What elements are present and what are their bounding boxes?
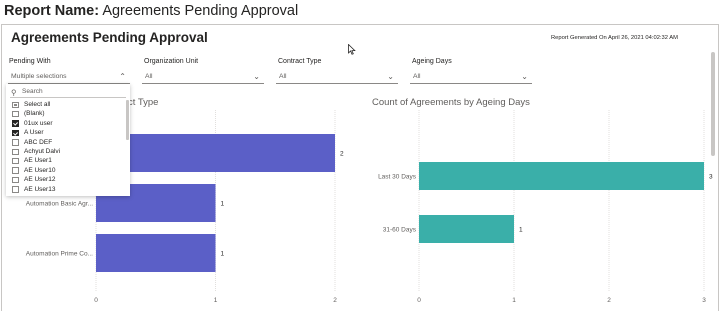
dropdown-option[interactable]: AE User1 — [12, 156, 52, 165]
checkbox-icon[interactable] — [12, 139, 19, 146]
dropdown-option-label: Achyut Dalvi — [24, 148, 61, 155]
dropdown-option-label: AE User12 — [24, 176, 56, 184]
bar-data-label: 3 — [709, 173, 713, 180]
x-tick-label: 1 — [214, 297, 218, 304]
dropdown-search-input[interactable]: ⚲ Search — [10, 86, 126, 98]
slicer-pending-with[interactable]: Multiple selections ⌃ — [8, 69, 130, 84]
dropdown-option-label: (Blank) — [24, 110, 45, 118]
page-title: Agreements Pending Approval — [11, 30, 208, 45]
chart-ageing-days: 0 1 2 3 3 Last 30 Days 1 31-60 Days — [378, 110, 713, 304]
report-name-label: Report Name: — [4, 3, 100, 19]
dropdown-scrollbar[interactable] — [126, 100, 129, 140]
report-name-heading: Report Name: Agreements Pending Approval — [4, 3, 298, 19]
dropdown-option[interactable]: 01ux user — [12, 119, 53, 128]
dropdown-option[interactable]: (Blank) — [12, 109, 45, 118]
x-tick-label: 3 — [702, 297, 706, 304]
x-tick-label: 2 — [333, 297, 337, 304]
dropdown-option-label: Select all — [24, 101, 51, 108]
dropdown-option[interactable]: AE User12 — [12, 175, 55, 184]
checkbox-icon[interactable] — [12, 176, 19, 184]
x-tick-label: 1 — [512, 297, 516, 304]
dropdown-option-label: AE User1 — [24, 157, 52, 165]
x-tick-label: 0 — [417, 297, 421, 304]
checkbox-checked-icon[interactable] — [12, 120, 19, 127]
y-category-label: Automation Basic Agr... — [26, 200, 93, 207]
slicer-pending-with-label: Pending With — [9, 58, 51, 65]
chevron-down-icon: ⌄ — [253, 72, 260, 81]
page-scrollbar[interactable] — [711, 52, 715, 156]
slicer-contract-type-value: All — [279, 73, 287, 80]
dropdown-option[interactable]: AE User13 — [12, 185, 55, 194]
dropdown-option-label: AE User13 — [24, 185, 56, 193]
bar-data-label: 1 — [221, 200, 225, 207]
bar — [96, 134, 335, 172]
checkbox-icon[interactable] — [12, 167, 19, 174]
dropdown-option[interactable]: Achyut Dalvi — [12, 147, 60, 156]
dropdown-option[interactable]: A User — [12, 128, 44, 137]
slicer-organization-unit-value: All — [145, 73, 153, 80]
slicer-ageing-days-value: All — [413, 73, 421, 80]
slicer-ageing-days[interactable]: All ⌄ — [410, 69, 532, 84]
search-icon: ⚲ — [11, 88, 17, 97]
report-name-value: Agreements Pending Approval — [102, 3, 299, 19]
checkbox-checked-icon[interactable] — [12, 129, 19, 137]
report-generated-timestamp: Report Generated On April 26, 2021 04:02… — [551, 35, 678, 41]
slicer-contract-type-label: Contract Type — [278, 58, 322, 65]
y-category-label: Last 30 Days — [378, 173, 417, 180]
pending-with-dropdown: ⚲ Search Select all (Blank) 01ux user A Use… — [6, 84, 130, 196]
checkbox-icon[interactable] — [12, 148, 19, 155]
slicer-contract-type[interactable]: All ⌄ — [276, 69, 398, 84]
dropdown-option[interactable]: Select all — [12, 100, 50, 109]
dropdown-search-placeholder: Search — [22, 88, 43, 95]
dropdown-option-label: 01ux user — [24, 119, 53, 127]
slicer-pending-with-value: Multiple selections — [11, 73, 67, 80]
slicer-organization-unit[interactable]: All ⌄ — [142, 69, 264, 84]
checkbox-icon[interactable] — [12, 157, 19, 165]
bar-data-label: 1 — [519, 226, 523, 233]
checkbox-icon[interactable] — [12, 110, 19, 118]
checkbox-icon[interactable] — [12, 186, 19, 193]
dropdown-option[interactable]: AE User10 — [12, 166, 55, 175]
dropdown-option[interactable]: ABC DEF — [12, 138, 52, 147]
y-category-label: Automation Prime Co... — [26, 250, 93, 257]
slicer-organization-unit-label: Organization Unit — [144, 58, 199, 65]
chart-contract-type-title: ct Type — [128, 97, 159, 108]
bar-data-label: 1 — [221, 250, 225, 257]
y-category-label: 31-60 Days — [383, 226, 417, 233]
bar-data-label: 2 — [340, 150, 344, 157]
dropdown-option-label: ABC DEF — [24, 138, 53, 146]
chevron-up-icon: ⌃ — [119, 72, 126, 81]
bar — [419, 215, 514, 243]
bar — [96, 234, 216, 272]
bar — [419, 162, 704, 190]
mouse-cursor-icon — [348, 44, 356, 55]
chevron-down-icon: ⌄ — [387, 72, 394, 81]
chevron-down-icon: ⌄ — [521, 72, 528, 81]
chart-ageing-days-title: Count of Agreements by Ageing Days — [372, 97, 530, 108]
checkbox-icon[interactable] — [12, 101, 19, 108]
x-tick-label: 0 — [94, 297, 98, 304]
dropdown-option-label: A User — [24, 129, 44, 137]
slicer-ageing-days-label: Ageing Days — [412, 58, 452, 65]
x-tick-label: 2 — [607, 297, 611, 304]
dropdown-option-label: AE User10 — [24, 166, 56, 174]
